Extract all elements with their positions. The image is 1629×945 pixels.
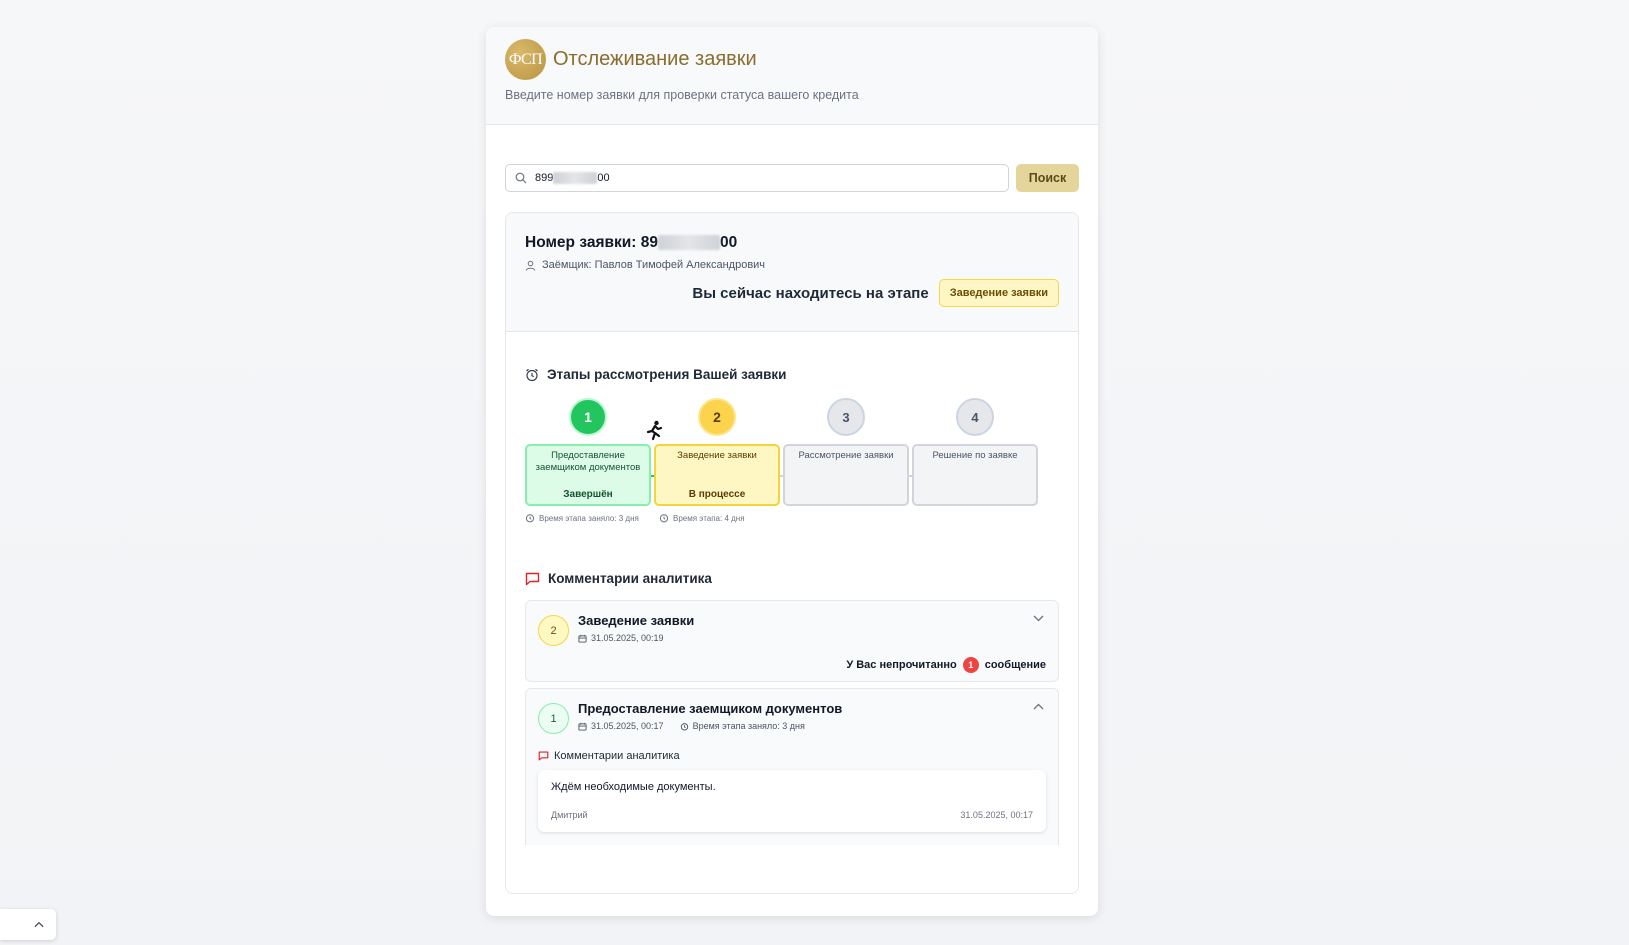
search-icon <box>515 172 527 184</box>
stage-3-circle: 3 <box>827 398 865 436</box>
application-number: Номер заявки: 89 00 <box>525 234 1059 252</box>
stage-1-card: Предоставление заемщиком документов Заве… <box>525 444 651 506</box>
comment-card-meta: 31.05.2025, 00:19 <box>578 633 694 643</box>
comment-card-duration: Время этапа заняло: 3 дня <box>692 721 805 731</box>
message-text: Ждём необходимые документы. <box>551 781 716 793</box>
alarm-clock-icon <box>525 513 535 523</box>
current-stage: Вы сейчас находитесь на этапе Заведение … <box>692 279 1059 307</box>
stage-2-status: В процессе <box>688 489 746 500</box>
stage-1-status: Завершён <box>563 489 613 500</box>
alarm-clock-icon <box>525 368 539 382</box>
stage-2-circle: 2 <box>698 398 736 436</box>
unread-notice: У Вас непрочитанно 1 сообщение <box>846 657 1046 673</box>
logo: ФСП <box>505 39 546 80</box>
header: ФСП Отслеживание заявки Введите номер за… <box>486 27 1098 125</box>
current-stage-label: Вы сейчас находитесь на этапе <box>692 284 929 302</box>
borrower: Заёмщик: Павлов Тимофей Александрович <box>525 259 1059 271</box>
unread-suffix: сообщение <box>984 659 1046 671</box>
stage-2-time: Время этапа: 4 дня <box>659 513 745 523</box>
comments-title-text: Комментарии аналитика <box>548 571 712 586</box>
stage-4-label: Решение по заявке <box>932 450 1018 461</box>
comment-card-date: 31.05.2025, 00:17 <box>591 721 664 731</box>
borrower-label: Заёмщик: <box>542 259 595 271</box>
search-value-prefix: 899 <box>535 172 554 184</box>
stage-1-time: Время этапа заняло: 3 дня <box>525 513 639 523</box>
application-summary: Номер заявки: 89 00 Заёмщик: Павлов Тимоф… <box>506 213 1078 332</box>
stage-1-time-text: Время этапа заняло: 3 дня <box>539 513 639 523</box>
tracking-card: ФСП Отслеживание заявки Введите номер за… <box>486 27 1098 916</box>
analyst-comments-subtitle: Комментарии аналитика <box>538 750 1046 762</box>
message-author: Дмитрий <box>551 810 588 820</box>
alarm-clock-icon <box>659 513 669 523</box>
stage-1-circle: 1 <box>569 398 607 436</box>
search-value: 899 00 <box>535 172 610 184</box>
stage-2-card: Заведение заявки В процессе <box>654 444 780 506</box>
running-person-icon <box>644 420 664 442</box>
stage-4-card: Решение по заявке <box>912 444 1038 506</box>
comments-title: Комментарии аналитика <box>525 571 712 586</box>
calendar-icon <box>578 722 587 731</box>
page-subtitle: Введите номер заявки для проверки статус… <box>505 88 859 102</box>
chevron-up-icon[interactable] <box>1033 703 1044 710</box>
user-icon <box>525 260 536 271</box>
stage-3-card: Рассмотрение заявки <box>783 444 909 506</box>
comment-card-meta: 31.05.2025, 00:17 Время этапа заняло: 3 … <box>578 721 842 731</box>
unread-prefix: У Вас непрочитанно <box>846 659 957 671</box>
chat-bubble-icon <box>538 751 549 761</box>
chevron-up-icon <box>34 921 44 928</box>
comment-card-date: 31.05.2025, 00:19 <box>591 633 664 643</box>
comment-card-header: 1 Предоставление заемщиком документов 31… <box>538 701 1046 734</box>
search-input[interactable]: 899 00 <box>505 164 1009 192</box>
chat-bubble-icon <box>525 572 540 586</box>
stage-2-time-text: Время этапа: 4 дня <box>673 513 745 523</box>
scroll-top-button[interactable] <box>0 909 56 940</box>
stage-4-circle: 4 <box>956 398 994 436</box>
stage-2-label: Заведение заявки <box>677 450 757 461</box>
comment-card-title: Заведение заявки <box>578 613 695 628</box>
chevron-down-icon[interactable] <box>1033 615 1044 622</box>
comment-stage-number: 2 <box>538 615 569 646</box>
application-number-suffix: 00 <box>720 234 738 251</box>
application-number-prefix: 89 <box>640 234 659 251</box>
analyst-message: Ждём необходимые документы. Дмитрий 31.0… <box>538 770 1046 832</box>
calendar-icon <box>578 634 587 643</box>
redacted-digits <box>553 172 598 184</box>
message-date: 31.05.2025, 00:17 <box>960 810 1033 820</box>
comment-card-stage-1[interactable]: 1 Предоставление заемщиком документов 31… <box>525 688 1059 845</box>
stages-title: Этапы рассмотрения Вашей заявки <box>525 367 786 382</box>
stages-title-text: Этапы рассмотрения Вашей заявки <box>547 367 787 382</box>
comment-stage-number: 1 <box>538 703 569 734</box>
page-title: Отслеживание заявки <box>553 48 757 70</box>
analyst-comments-subtitle-text: Комментарии аналитика <box>554 750 680 762</box>
redacted-number <box>658 235 721 251</box>
stage-1-label: Предоставление заемщиком документов <box>535 450 641 474</box>
borrower-name: Павлов Тимофей Александрович <box>594 259 766 271</box>
search-button[interactable]: Поиск <box>1016 164 1079 192</box>
alarm-clock-icon <box>680 722 689 731</box>
search-value-suffix: 00 <box>597 172 610 184</box>
comment-card-title: Предоставление заемщиком документов <box>578 701 843 716</box>
brand: ФСП Отслеживание заявки <box>505 39 1079 80</box>
unread-count-badge: 1 <box>962 657 979 673</box>
application-result: Номер заявки: 89 00 Заёмщик: Павлов Тимоф… <box>505 212 1079 894</box>
current-stage-badge: Заведение заявки <box>938 279 1059 307</box>
comment-card-header: 2 Заведение заявки 31.05.2025, 00:19 <box>538 613 1046 646</box>
stage-3-label: Рассмотрение заявки <box>798 450 894 461</box>
search-row: 899 00 Поиск <box>505 164 1079 192</box>
application-number-label: Номер заявки: <box>525 234 641 251</box>
comment-card-stage-2[interactable]: 2 Заведение заявки 31.05.2025, 00:19 У В… <box>525 600 1059 682</box>
